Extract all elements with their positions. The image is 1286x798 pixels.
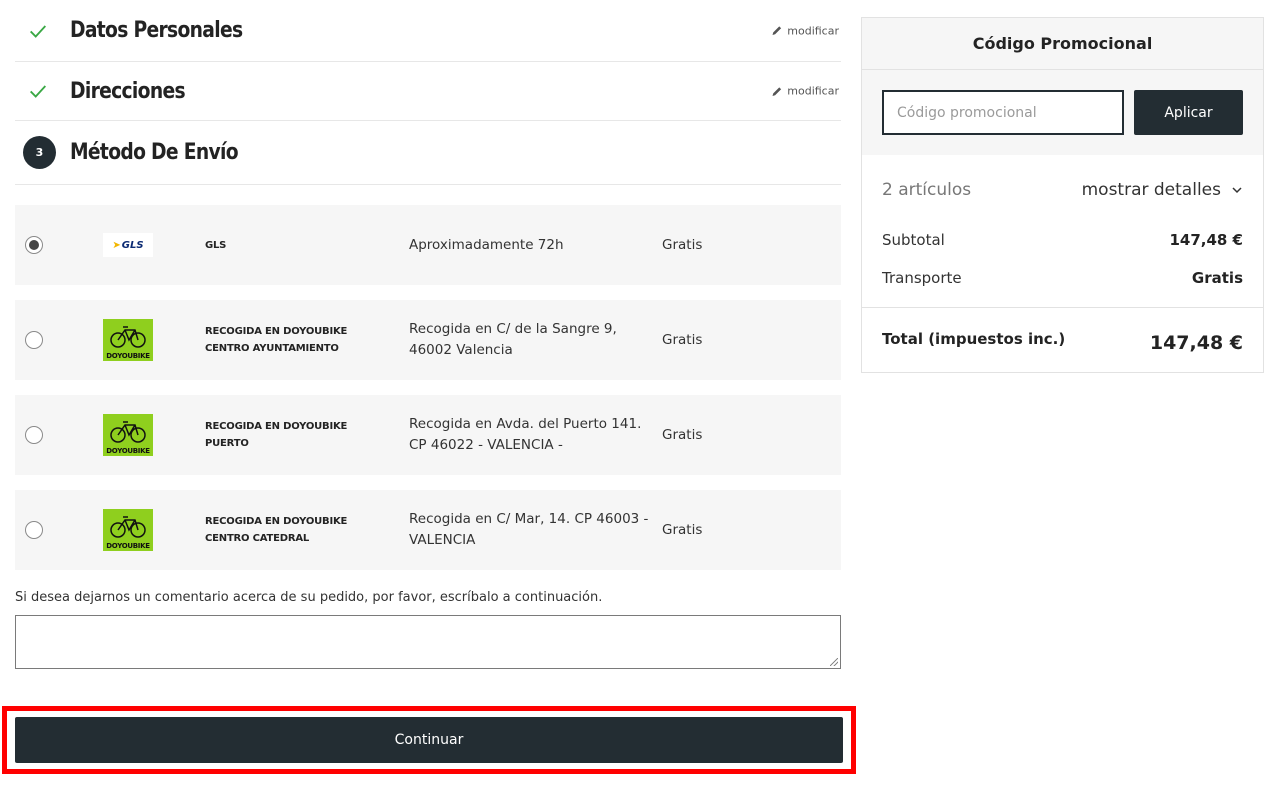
carrier-list: ➤ GLS GLS Aproximadamente 72h Gratis DOYO… bbox=[15, 205, 841, 570]
checkout-steps: Datos Personales modificar Direcciones m… bbox=[15, 0, 841, 669]
modify-addresses-link[interactable]: modificar bbox=[771, 85, 839, 98]
carrier-price: Gratis bbox=[662, 332, 703, 348]
total-value: 147,48 € bbox=[1149, 332, 1243, 354]
items-count: 2 artículos bbox=[882, 180, 972, 200]
carrier-price: Gratis bbox=[662, 427, 703, 443]
carrier-name: GLS bbox=[205, 239, 227, 251]
resize-grip-icon[interactable] bbox=[830, 658, 838, 666]
step-addresses: Direcciones modificar bbox=[15, 62, 841, 121]
carrier-delay: Recogida en C/ de la Sangre 9, 46002 Val… bbox=[409, 321, 617, 358]
carrier-price: Gratis bbox=[662, 522, 703, 538]
carrier-price: Gratis bbox=[662, 237, 703, 253]
step-number: 3 bbox=[15, 136, 70, 169]
order-summary-panel: Código Promocional Código promocional Ap… bbox=[861, 17, 1264, 373]
step-title: Direcciones bbox=[70, 78, 186, 104]
pencil-icon bbox=[772, 26, 782, 35]
check-icon bbox=[15, 20, 70, 42]
total-row: Total (impuestos inc.) 147,48 € bbox=[882, 308, 1243, 378]
step-number-badge: 3 bbox=[23, 136, 56, 169]
doyoubike-logo: DOYOUBIKE bbox=[103, 414, 153, 456]
chevron-down-icon bbox=[1232, 187, 1242, 194]
total-label: Total (impuestos inc.) bbox=[882, 330, 1066, 348]
carrier-radio[interactable] bbox=[25, 521, 43, 539]
step-personal-data: Datos Personales modificar bbox=[15, 0, 841, 62]
bicycle-icon bbox=[110, 421, 146, 443]
doyoubike-logo: DOYOUBIKE bbox=[103, 509, 153, 551]
doyoubike-logo: DOYOUBIKE bbox=[103, 319, 153, 361]
carrier-name: Recogida en Doyoubike Puerto bbox=[205, 421, 348, 449]
continue-button[interactable]: Continuar bbox=[15, 717, 843, 763]
continue-highlight: Continuar bbox=[2, 706, 856, 774]
subtotal-label: Subtotal bbox=[882, 231, 945, 249]
apply-promo-button[interactable]: Aplicar bbox=[1134, 90, 1243, 135]
carrier-radio[interactable] bbox=[25, 331, 43, 349]
items-row: 2 artículos mostrar detalles bbox=[882, 155, 1243, 221]
promo-title: Código Promocional bbox=[862, 18, 1263, 70]
comment-textarea[interactable] bbox=[15, 615, 841, 669]
modify-personal-link[interactable]: modificar bbox=[771, 24, 839, 37]
cart-summary: 2 artículos mostrar detalles Subtotal 14… bbox=[862, 155, 1263, 378]
bicycle-icon bbox=[110, 516, 146, 538]
promo-code-input[interactable]: Código promocional bbox=[882, 90, 1124, 135]
bicycle-icon bbox=[110, 326, 146, 348]
carrier-radio[interactable] bbox=[25, 236, 43, 254]
carrier-delay: Aproximadamente 72h bbox=[409, 236, 564, 253]
promo-form: Código promocional Aplicar bbox=[862, 70, 1263, 155]
carrier-option-ayuntamiento[interactable]: DOYOUBIKE Recogida en Doyoubike centro A… bbox=[15, 300, 841, 380]
pencil-icon bbox=[772, 86, 782, 96]
check-icon bbox=[15, 80, 70, 102]
carrier-name: Recogida en Doyoubike centro Catedral bbox=[205, 516, 348, 544]
carrier-option-gls[interactable]: ➤ GLS GLS Aproximadamente 72h Gratis bbox=[15, 205, 841, 285]
show-details-label: mostrar detalles bbox=[1081, 180, 1221, 200]
gls-logo: ➤ GLS bbox=[103, 233, 153, 257]
carrier-delay: Recogida en C/ Mar, 14. CP 46003 - VALEN… bbox=[409, 511, 649, 548]
carrier-radio[interactable] bbox=[25, 426, 43, 444]
carrier-delay: Recogida en Avda. del Puerto 141. CP 460… bbox=[409, 416, 642, 453]
subtotal-value: 147,48 € bbox=[1169, 231, 1243, 249]
modify-label: modificar bbox=[787, 84, 839, 98]
carrier-name: Recogida en Doyoubike centro Ayuntamient… bbox=[205, 326, 348, 354]
carrier-option-puerto[interactable]: DOYOUBIKE Recogida en Doyoubike Puerto R… bbox=[15, 395, 841, 475]
step-shipping-method: 3 Método De Envío bbox=[15, 121, 841, 185]
shipping-label: Transporte bbox=[882, 269, 962, 287]
show-details-toggle[interactable]: mostrar detalles bbox=[1082, 180, 1243, 200]
shipping-value: Gratis bbox=[1191, 269, 1243, 287]
carrier-option-catedral[interactable]: DOYOUBIKE Recogida en Doyoubike centro C… bbox=[15, 490, 841, 570]
modify-label: modificar bbox=[787, 24, 839, 37]
comment-label: Si desea dejarnos un comentario acerca d… bbox=[15, 590, 603, 605]
subtotal-row: Subtotal 147,48 € bbox=[882, 221, 1243, 259]
shipping-row: Transporte Gratis bbox=[882, 259, 1243, 297]
step-title: Datos Personales bbox=[70, 18, 243, 43]
step-title: Método De Envío bbox=[70, 140, 239, 165]
